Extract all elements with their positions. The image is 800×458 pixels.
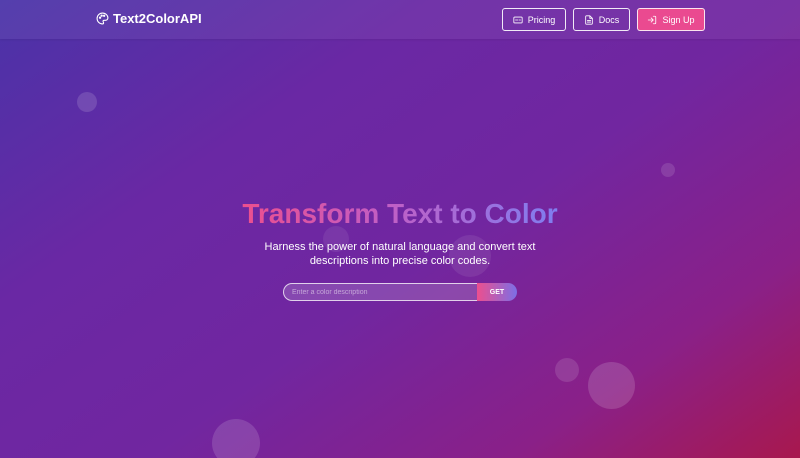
hero-subtitle: Harness the power of natural language an… (264, 241, 536, 267)
decorative-bubble (212, 419, 260, 458)
get-button-label: GET (489, 288, 505, 296)
sign-up-label: Sign Up (662, 14, 695, 25)
landing-page: Text2ColorAPI Pricing Docs Sign Up Trans… (0, 0, 800, 458)
hero-title: Transform Text to Color (0, 196, 800, 232)
navbar: Text2ColorAPI Pricing Docs Sign Up (0, 0, 800, 39)
brand-name: Text2ColorAPI (113, 11, 202, 26)
sign-up-button[interactable]: Sign Up (637, 8, 705, 31)
color-search-form: GET (283, 283, 517, 301)
pricing-label: Pricing (527, 14, 556, 25)
document-icon (584, 14, 593, 25)
login-icon (648, 15, 657, 24)
decorative-bubble (555, 358, 579, 382)
color-description-input[interactable] (283, 283, 477, 301)
docs-button[interactable]: Docs (573, 8, 630, 31)
get-button[interactable]: GET (477, 283, 517, 301)
decorative-bubble (661, 163, 675, 177)
card-icon (513, 16, 523, 23)
pricing-button[interactable]: Pricing (502, 8, 566, 31)
decorative-bubble (588, 362, 635, 409)
brand-logo[interactable]: Text2ColorAPI (96, 11, 202, 26)
docs-label: Docs (598, 14, 620, 25)
decorative-bubble (77, 92, 97, 112)
palette-icon (96, 12, 109, 25)
hero-title-text: Transform Text to Color (242, 198, 558, 229)
